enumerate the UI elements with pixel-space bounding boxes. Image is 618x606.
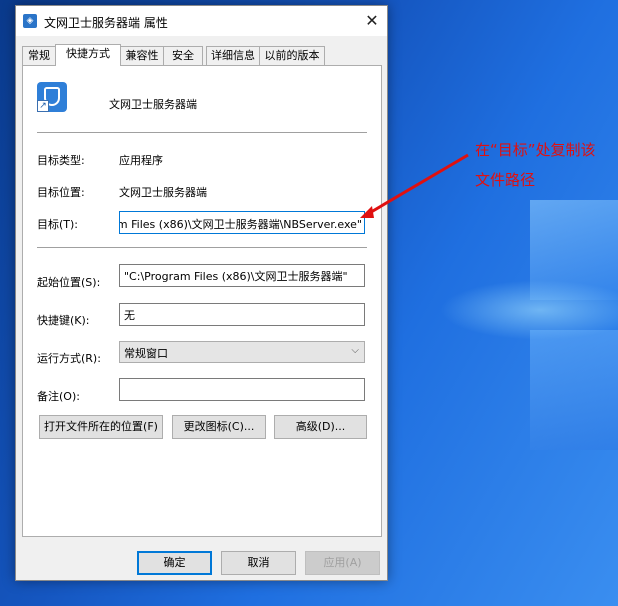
annotation-arrow [360, 153, 469, 218]
tab-shortcut[interactable]: 快捷方式 [55, 44, 121, 66]
annotation-arrow-head [360, 206, 374, 218]
annotation-arrow-line [365, 153, 469, 217]
annotation-text-line2: 文件路径 [475, 171, 536, 189]
annotation-text-line1: 在“目标”处复制该 [475, 141, 596, 159]
